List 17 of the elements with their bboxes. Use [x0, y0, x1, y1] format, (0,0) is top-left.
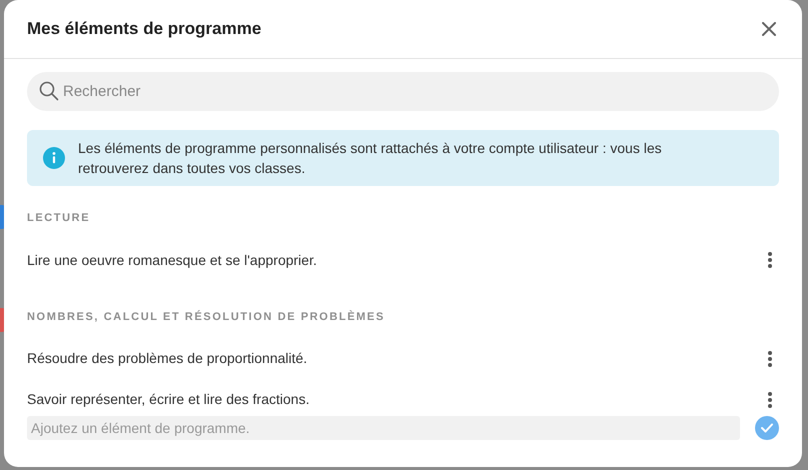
- search-icon: [39, 81, 59, 101]
- more-options-icon[interactable]: [767, 350, 773, 368]
- info-text: Les éléments de programme personnalisés sont rattachés à votre compte utilisateur : vous les retrouverez dans toutes vos classes.: [78, 139, 663, 178]
- dialog-title: Mes éléments de programme: [27, 18, 262, 40]
- close-icon: [762, 22, 776, 36]
- section-heading: NOMBRES, CALCUL ET RÉSOLUTION DE PROBLÈMES: [27, 309, 385, 324]
- new-item-field[interactable]: Ajoutez un élément de programme.: [27, 416, 740, 440]
- program-item: Savoir représenter, écrire et lire des fractions.: [27, 390, 310, 409]
- section-heading: LECTURE: [27, 211, 90, 226]
- more-options-icon[interactable]: [767, 251, 773, 269]
- close-button[interactable]: [759, 19, 779, 39]
- search-field[interactable]: Rechercher: [27, 72, 779, 111]
- check-icon: [761, 423, 773, 433]
- program-item: Lire une oeuvre romanesque et se l'approprier.: [27, 250, 317, 270]
- info-icon: [43, 147, 65, 169]
- program-item: Résoudre des problèmes de proportionnalité.: [27, 349, 308, 368]
- more-options-icon[interactable]: [767, 390, 773, 408]
